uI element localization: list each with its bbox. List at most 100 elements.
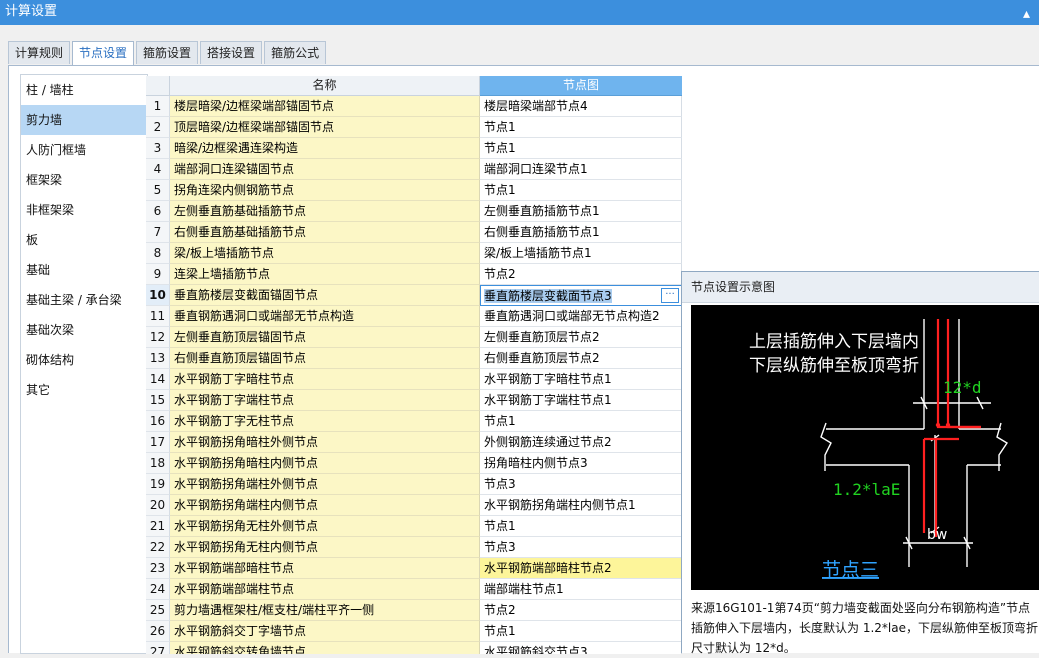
table-row[interactable]: 2 顶层暗梁/边框梁端部锚固节点 节点1 [146, 117, 682, 138]
node-cell[interactable]: 水平钢筋拐角端柱内侧节点1 [480, 495, 682, 516]
node-cell[interactable]: 节点1 [480, 117, 682, 138]
row-number[interactable]: 19 [146, 474, 170, 495]
sidebar-item-civil-defense-door-wall[interactable]: 人防门框墙 [21, 135, 147, 165]
node-cell[interactable]: 楼层暗梁端部节点4 [480, 96, 682, 117]
row-number[interactable]: 20 [146, 495, 170, 516]
header-node-diagram[interactable]: 节点图 [480, 76, 682, 96]
node-cell[interactable]: 节点1 [480, 138, 682, 159]
sidebar-item-foundation-secondary-beam[interactable]: 基础次梁 [21, 315, 147, 345]
row-number[interactable]: 10 [146, 285, 170, 306]
table-row[interactable]: 12 左侧垂直筋顶层锚固节点 左侧垂直筋顶层节点2 [146, 327, 682, 348]
node-cell[interactable]: 左侧垂直筋插筋节点1 [480, 201, 682, 222]
header-name[interactable]: 名称 [170, 76, 480, 96]
window-control-icon[interactable]: ▴ [1023, 2, 1033, 22]
row-number[interactable]: 7 [146, 222, 170, 243]
table-row[interactable]: 19 水平钢筋拐角端柱外侧节点 节点3 [146, 474, 682, 495]
node-cell[interactable]: 节点1 [480, 411, 682, 432]
tab-lap-settings[interactable]: 搭接设置 [200, 41, 263, 64]
row-number[interactable]: 5 [146, 180, 170, 201]
row-number[interactable]: 11 [146, 306, 170, 327]
node-cell[interactable]: 外侧钢筋连续通过节点2 [480, 432, 682, 453]
row-number[interactable]: 13 [146, 348, 170, 369]
row-number[interactable]: 6 [146, 201, 170, 222]
node-cell[interactable]: 节点3 [480, 474, 682, 495]
tab-calc-rules[interactable]: 计算规则 [8, 41, 71, 64]
ellipsis-button[interactable]: ··· [661, 288, 679, 303]
sidebar-item-frame-beam[interactable]: 框架梁 [21, 165, 147, 195]
row-number[interactable]: 12 [146, 327, 170, 348]
table-row[interactable]: 15 水平钢筋丁字端柱节点 水平钢筋丁字端柱节点1 [146, 390, 682, 411]
node-cell[interactable]: 节点2 [480, 264, 682, 285]
table-row[interactable]: 25 剪力墙遇框架柱/框支柱/端柱平齐一侧 节点2 [146, 600, 682, 621]
node-cell[interactable]: 垂直筋遇洞口或端部无节点构造2 [480, 306, 682, 327]
sidebar-item-other[interactable]: 其它 [21, 375, 147, 405]
table-row[interactable]: 14 水平钢筋丁字暗柱节点 水平钢筋丁字暗柱节点1 [146, 369, 682, 390]
row-number[interactable]: 8 [146, 243, 170, 264]
table-row[interactable]: 13 右侧垂直筋顶层锚固节点 右侧垂直筋顶层节点2 [146, 348, 682, 369]
row-number[interactable]: 25 [146, 600, 170, 621]
row-number[interactable]: 23 [146, 558, 170, 579]
node-cell[interactable]: 水平钢筋丁字端柱节点1 [480, 390, 682, 411]
row-number[interactable]: 18 [146, 453, 170, 474]
node-cell-editing[interactable]: 垂直筋楼层变截面节点3 ··· [480, 285, 682, 306]
node-cell[interactable]: 节点1 [480, 621, 682, 642]
tab-node-settings[interactable]: 节点设置 [72, 41, 135, 66]
sidebar-item-foundation[interactable]: 基础 [21, 255, 147, 285]
row-number[interactable]: 27 [146, 642, 170, 654]
sidebar-item-column[interactable]: 柱 / 墙柱 [21, 75, 147, 105]
table-row[interactable]: 9 连梁上墙插筋节点 节点2 [146, 264, 682, 285]
tab-stirrup-formula[interactable]: 箍筋公式 [264, 41, 327, 64]
node-cell[interactable]: 端部端柱节点1 [480, 579, 682, 600]
row-number[interactable]: 15 [146, 390, 170, 411]
row-number[interactable]: 22 [146, 537, 170, 558]
row-number[interactable]: 21 [146, 516, 170, 537]
node-cell[interactable]: 水平钢筋丁字暗柱节点1 [480, 369, 682, 390]
table-row[interactable]: 21 水平钢筋拐角无柱外侧节点 节点1 [146, 516, 682, 537]
node-cell[interactable]: 左侧垂直筋顶层节点2 [480, 327, 682, 348]
sidebar-item-non-frame-beam[interactable]: 非框架梁 [21, 195, 147, 225]
row-number[interactable]: 14 [146, 369, 170, 390]
table-row[interactable]: 20 水平钢筋拐角端柱内侧节点 水平钢筋拐角端柱内侧节点1 [146, 495, 682, 516]
table-row[interactable]: 26 水平钢筋斜交丁字墙节点 节点1 [146, 621, 682, 642]
row-number[interactable]: 3 [146, 138, 170, 159]
node-cell[interactable]: 右侧垂直筋顶层节点2 [480, 348, 682, 369]
table-row[interactable]: 27 水平钢筋斜交转角墙节点 水平钢筋斜交节点3 [146, 642, 682, 654]
sidebar-item-slab[interactable]: 板 [21, 225, 147, 255]
node-cell[interactable]: 节点3 [480, 537, 682, 558]
table-row[interactable]: 3 暗梁/边框梁遇连梁构造 节点1 [146, 138, 682, 159]
node-cell[interactable]: 右侧垂直筋插筋节点1 [480, 222, 682, 243]
row-number[interactable]: 26 [146, 621, 170, 642]
row-number[interactable]: 2 [146, 117, 170, 138]
node-cell[interactable]: 拐角暗柱内侧节点3 [480, 453, 682, 474]
row-number[interactable]: 1 [146, 96, 170, 117]
table-row[interactable]: 8 梁/板上墙插筋节点 梁/板上墙插筋节点1 [146, 243, 682, 264]
row-number[interactable]: 17 [146, 432, 170, 453]
table-row[interactable]: 24 水平钢筋端部端柱节点 端部端柱节点1 [146, 579, 682, 600]
table-row[interactable]: 23 水平钢筋端部暗柱节点 水平钢筋端部暗柱节点2 [146, 558, 682, 579]
row-number[interactable]: 16 [146, 411, 170, 432]
table-row[interactable]: 22 水平钢筋拐角无柱内侧节点 节点3 [146, 537, 682, 558]
table-row[interactable]: 6 左侧垂直筋基础插筋节点 左侧垂直筋插筋节点1 [146, 201, 682, 222]
row-number[interactable]: 24 [146, 579, 170, 600]
row-number[interactable]: 4 [146, 159, 170, 180]
sidebar-item-foundation-main-beam[interactable]: 基础主梁 / 承台梁 [21, 285, 147, 315]
table-row[interactable]: 5 拐角连梁内侧钢筋节点 节点1 [146, 180, 682, 201]
node-cell[interactable]: 节点2 [480, 600, 682, 621]
node-cell[interactable]: 梁/板上墙插筋节点1 [480, 243, 682, 264]
table-row[interactable]: 18 水平钢筋拐角暗柱内侧节点 拐角暗柱内侧节点3 [146, 453, 682, 474]
table-row[interactable]: 1 楼层暗梁/边框梁端部锚固节点 楼层暗梁端部节点4 [146, 96, 682, 117]
tab-stirrup-settings[interactable]: 箍筋设置 [136, 41, 199, 64]
sidebar-item-shear-wall[interactable]: 剪力墙 [21, 105, 147, 135]
node-cell[interactable]: 节点1 [480, 516, 682, 537]
node-cell[interactable]: 节点1 [480, 180, 682, 201]
table-row[interactable]: 7 右侧垂直筋基础插筋节点 右侧垂直筋插筋节点1 [146, 222, 682, 243]
table-row[interactable]: 10 垂直筋楼层变截面锚固节点 垂直筋楼层变截面节点3 ··· [146, 285, 682, 306]
table-row[interactable]: 11 垂直钢筋遇洞口或端部无节点构造 垂直筋遇洞口或端部无节点构造2 [146, 306, 682, 327]
table-row[interactable]: 4 端部洞口连梁锚固节点 端部洞口连梁节点1 [146, 159, 682, 180]
node-cell[interactable]: 端部洞口连梁节点1 [480, 159, 682, 180]
row-number[interactable]: 9 [146, 264, 170, 285]
table-row[interactable]: 16 水平钢筋丁字无柱节点 节点1 [146, 411, 682, 432]
table-row[interactable]: 17 水平钢筋拐角暗柱外侧节点 外侧钢筋连续通过节点2 [146, 432, 682, 453]
node-cell[interactable]: 水平钢筋端部暗柱节点2 [480, 558, 682, 579]
sidebar-item-masonry[interactable]: 砌体结构 [21, 345, 147, 375]
